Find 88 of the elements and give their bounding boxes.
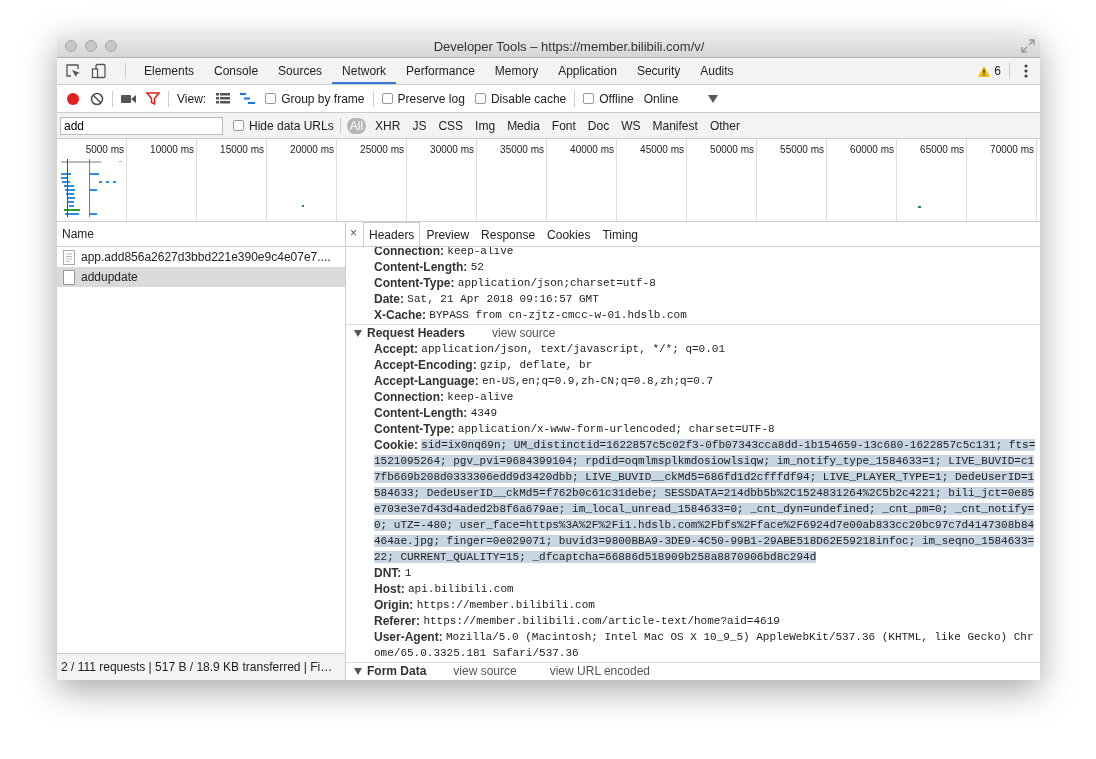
- panel-tab[interactable]: Memory: [484, 58, 549, 84]
- time-tick-label: 25000 ms: [360, 144, 404, 155]
- option-checkbox[interactable]: Group by frame: [265, 91, 365, 106]
- filter-icon[interactable]: [146, 92, 160, 105]
- detail-tab[interactable]: Preview: [420, 222, 476, 246]
- close-icon[interactable]: ×: [349, 222, 363, 246]
- panel-tab[interactable]: Sources: [268, 58, 333, 84]
- column-header[interactable]: Name: [62, 227, 94, 241]
- header-line: Date: Sat, 21 Apr 2018 09:16:57 GMT: [373, 291, 600, 307]
- device-icon[interactable]: [91, 63, 107, 79]
- header-line: Content-Type: application/x-www-form-urlencoded; charset=UTF-8: [373, 421, 776, 437]
- panel-tab[interactable]: Security: [626, 58, 691, 84]
- header-line: Referer: https://member.bilibili.com/article-text/home?aid=4619: [373, 613, 781, 629]
- detail-tab[interactable]: Response: [475, 222, 542, 246]
- time-tick-label: 50000 ms: [710, 144, 754, 155]
- filter-input[interactable]: add: [60, 116, 223, 135]
- list-view-icon[interactable]: [216, 93, 231, 104]
- time-tick-label: 60000 ms: [850, 144, 894, 155]
- view-label: View:: [177, 91, 207, 106]
- panel-tab[interactable]: Performance: [396, 58, 485, 84]
- disclosure-triangle-icon[interactable]: [354, 329, 362, 337]
- type-filter-button[interactable]: WS: [618, 117, 644, 134]
- detail-tab[interactable]: Cookies: [541, 222, 597, 246]
- section-title[interactable]: Form Data: [367, 663, 427, 679]
- time-tick-label: 10000 ms: [150, 144, 194, 155]
- script-file-icon: [63, 249, 75, 265]
- clear-icon[interactable]: [90, 91, 104, 106]
- disclosure-triangle-icon[interactable]: [354, 667, 362, 675]
- detail-tab[interactable]: Headers: [363, 222, 421, 246]
- type-filter-button[interactable]: Other: [706, 117, 743, 134]
- header-line: Content-Length: 52: [373, 259, 485, 275]
- hide-data-urls-checkbox[interactable]: Hide data URLs: [233, 118, 334, 133]
- header-line: Connection: keep-alive: [373, 247, 515, 259]
- type-filter-button[interactable]: Font: [548, 117, 579, 134]
- header-line: Origin: https://member.bilibili.com: [373, 597, 596, 613]
- time-tick-label: 55000 ms: [780, 144, 824, 155]
- panel-tab[interactable]: Audits: [690, 58, 744, 84]
- time-tick-label: 65000 ms: [920, 144, 964, 155]
- window-title: Developer Tools – https://member.bilibili.com/v/: [432, 38, 706, 54]
- section-title[interactable]: Request Headers: [367, 325, 466, 341]
- option-checkbox[interactable]: Disable cache: [474, 91, 567, 106]
- header-line: Accept-Language: en-US,en;q=0.9,zh-CN;q=0.8,zh;q=0.7: [373, 373, 715, 389]
- time-tick-label: 40000 ms: [570, 144, 614, 155]
- type-filter-button[interactable]: JS: [409, 117, 430, 134]
- type-filter-button[interactable]: Media: [504, 117, 543, 134]
- warning-icon[interactable]: [978, 65, 991, 77]
- view-source-link[interactable]: view source: [453, 663, 517, 679]
- dropdown-caret-icon[interactable]: [708, 94, 719, 103]
- option-checkbox[interactable]: Offline: [583, 91, 634, 106]
- throttle-select[interactable]: Online: [643, 91, 679, 106]
- detail-tab[interactable]: Timing: [596, 222, 645, 246]
- header-line: Accept: application/json, text/javascript, */*; q=0.01: [373, 341, 726, 357]
- option-checkbox[interactable]: Preserve log: [381, 91, 465, 106]
- warning-count[interactable]: 6: [994, 64, 1001, 78]
- type-filter-button[interactable]: Manifest: [649, 117, 701, 134]
- header-line: Connection: keep-alive: [373, 389, 515, 405]
- time-tick-label: 5000 ms: [85, 144, 124, 155]
- waterfall-view-icon[interactable]: [240, 93, 256, 104]
- more-menu-icon[interactable]: [1024, 64, 1028, 78]
- time-tick-label: 15000 ms: [220, 144, 264, 155]
- record-icon[interactable]: [66, 91, 80, 106]
- header-line: User-Agent: Mozilla/5.0 (Macintosh; Intel Mac OS X 10_9_5) AppleWebKit/537.36 (KHTML, like Gecko) Chrome/65.0.3325.181 Safari/537.36: [373, 629, 1035, 661]
- view-source-link[interactable]: view source: [492, 325, 556, 341]
- view-source-link[interactable]: view URL encoded: [549, 663, 650, 679]
- header-line: Content-Type: application/json;charset=utf-8: [373, 275, 657, 291]
- time-tick-label: 45000 ms: [640, 144, 684, 155]
- video-camera-icon[interactable]: [121, 93, 136, 104]
- inspect-icon[interactable]: [65, 63, 81, 79]
- header-line: DNT: 1: [373, 565, 413, 581]
- request-row[interactable]: addupdate: [57, 267, 345, 287]
- time-tick-label: 20000 ms: [290, 144, 334, 155]
- type-filter-button[interactable]: XHR: [372, 117, 404, 134]
- request-row[interactable]: app.add856a2627d3bbd221e390e9c4e07e7....: [57, 247, 345, 267]
- status-bar: 2 / 111 requests | 517 B / 18.9 KB transferred | Fi…: [57, 653, 345, 680]
- panel-tab[interactable]: Elements: [134, 58, 205, 84]
- header-line: Content-Length: 4349: [373, 405, 499, 421]
- header-line: Accept-Encoding: gzip, deflate, br: [373, 357, 594, 373]
- time-tick-label: 35000 ms: [500, 144, 544, 155]
- time-tick-label: 70000 ms: [990, 144, 1034, 155]
- header-line: X-Cache: BYPASS from cn-zjtz-cmcc-w-01.hdslb.com: [373, 307, 688, 323]
- header-line: Host: api.bilibili.com: [373, 581, 515, 597]
- document-file-icon: [63, 269, 75, 285]
- panel-tab[interactable]: Console: [204, 58, 269, 84]
- type-filter-button[interactable]: Doc: [584, 117, 613, 134]
- panel-tab[interactable]: Application: [548, 58, 627, 84]
- type-filter-button[interactable]: CSS: [435, 117, 467, 134]
- time-tick-label: 30000 ms: [430, 144, 474, 155]
- type-filter-button[interactable]: Img: [472, 117, 499, 134]
